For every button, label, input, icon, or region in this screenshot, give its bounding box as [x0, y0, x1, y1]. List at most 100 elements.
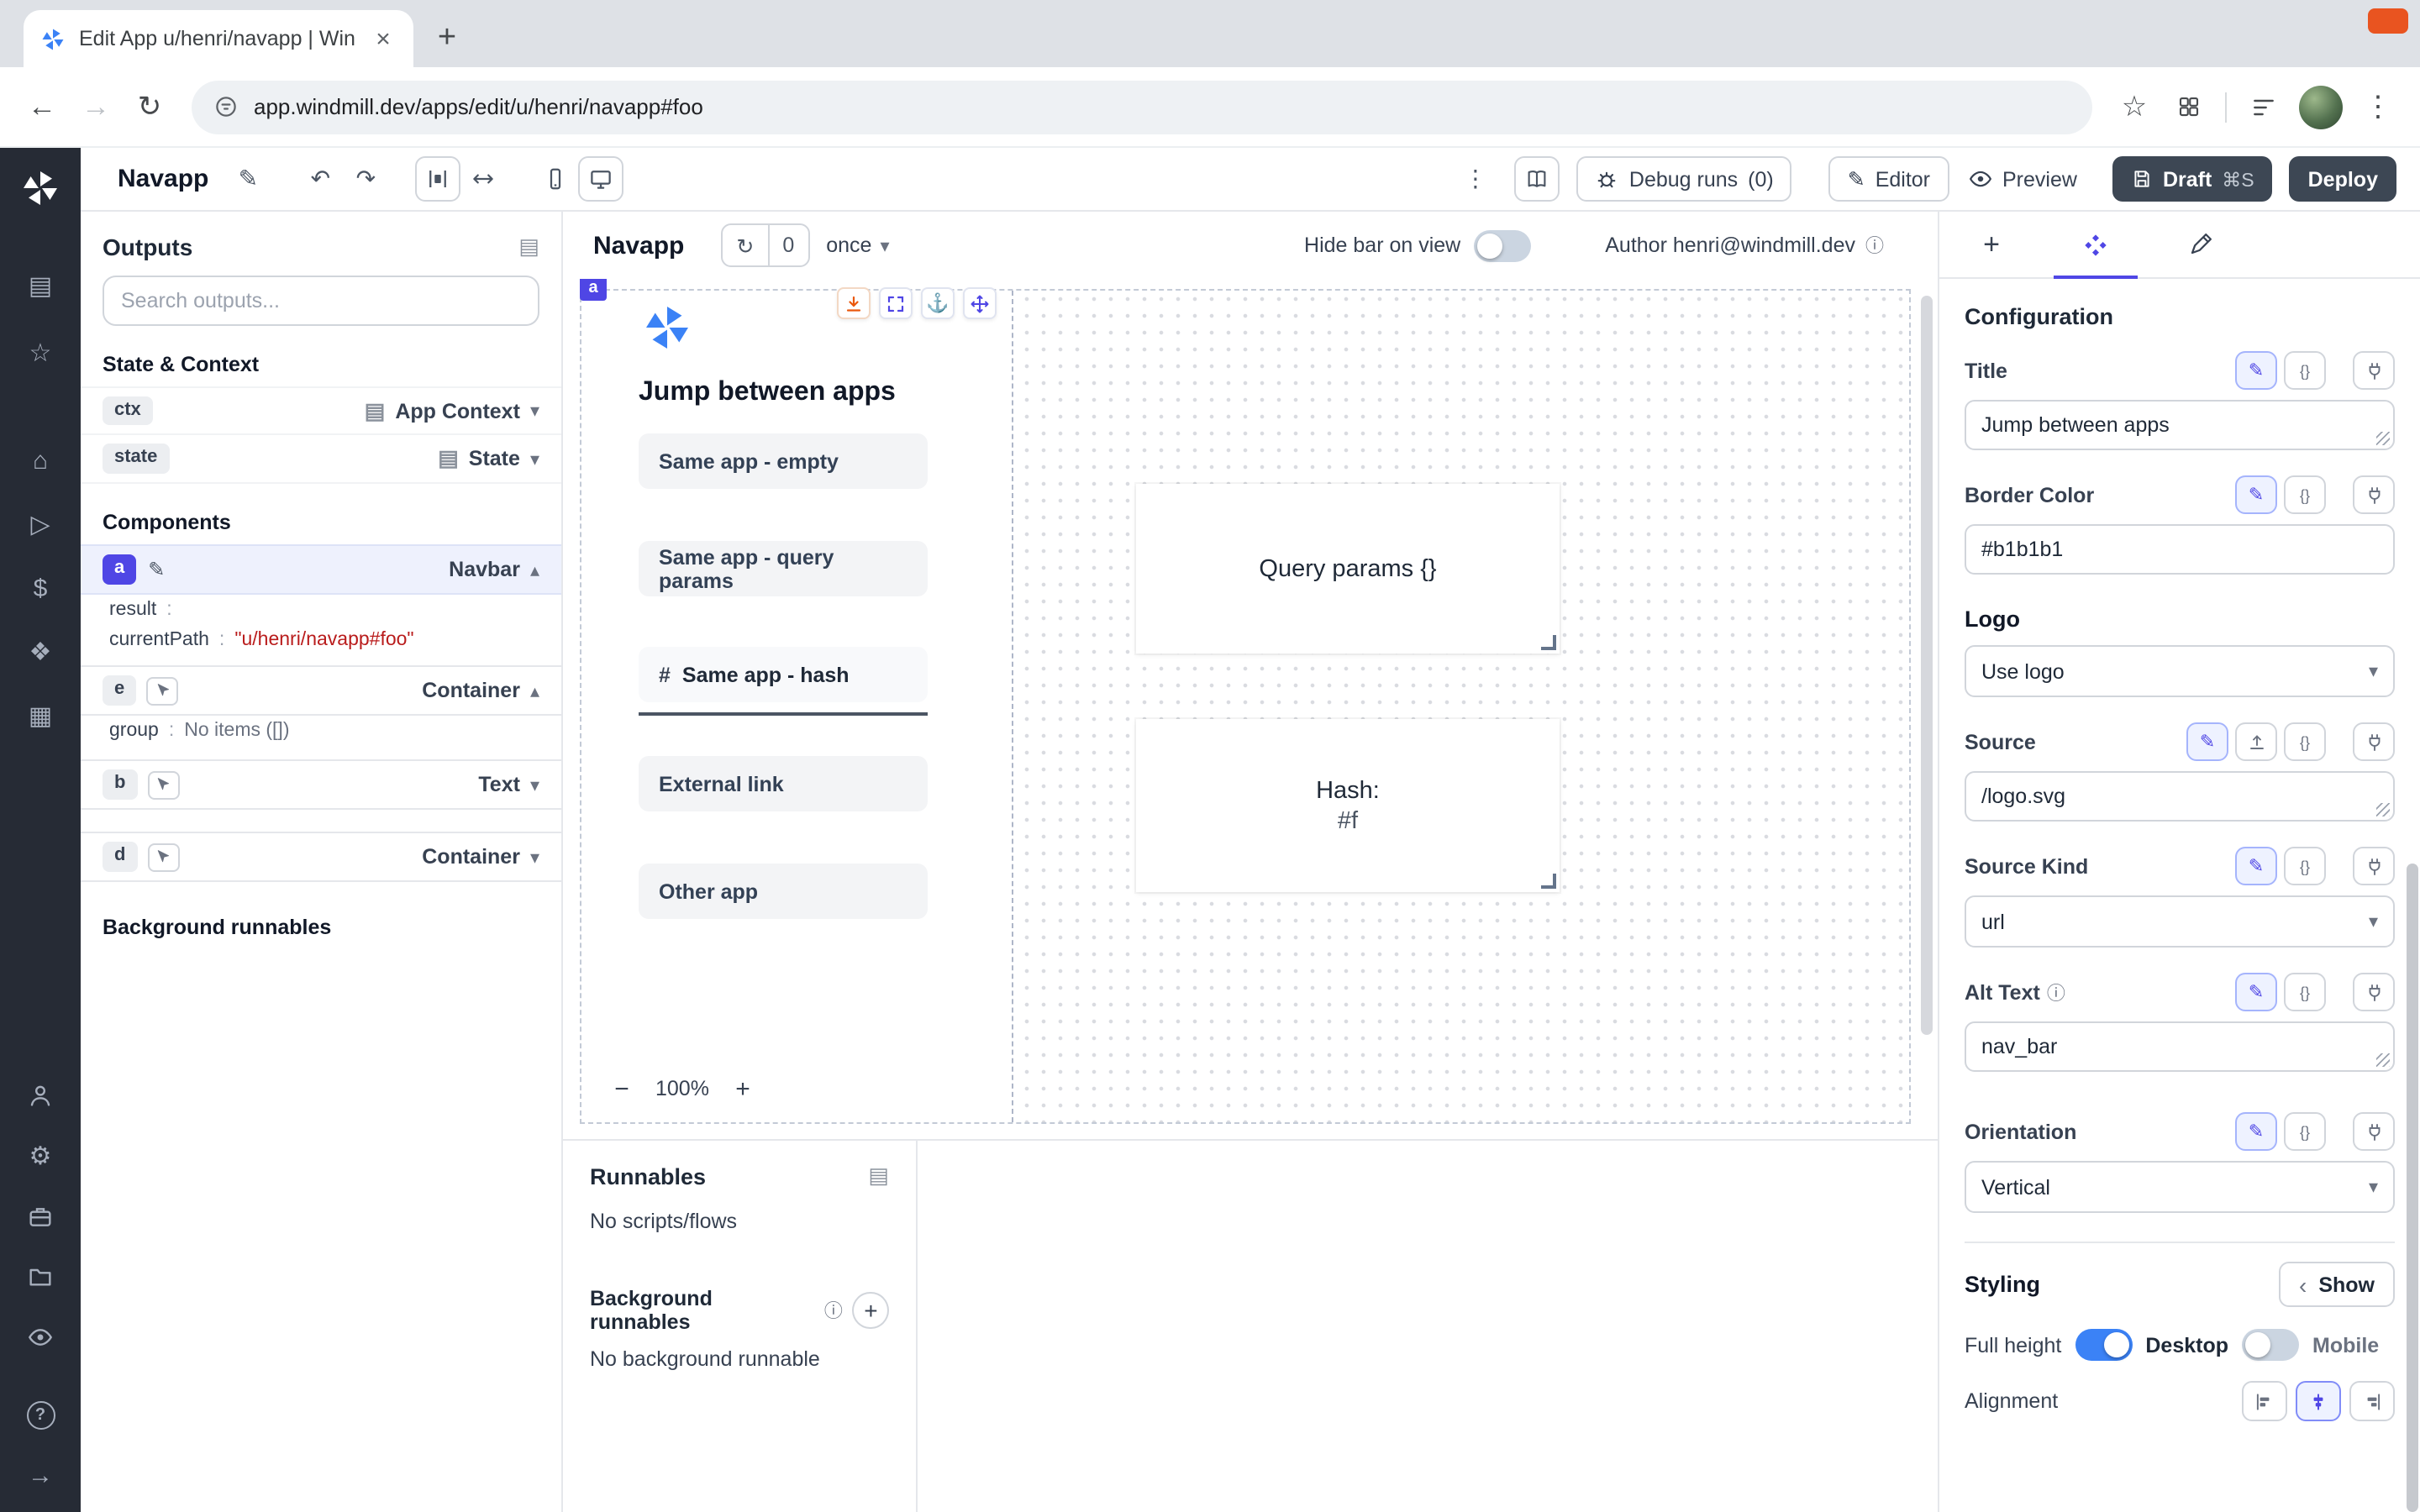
chevron-down-icon[interactable]: ▾	[530, 400, 539, 422]
browser-tab[interactable]: Edit App u/henri/navapp | Win ×	[24, 10, 413, 67]
select-component-cursor-icon[interactable]	[146, 676, 178, 705]
draft-button[interactable]: Draft ⌘S	[2112, 156, 2273, 202]
logo-select[interactable]: Use logo ▾	[1965, 645, 2395, 697]
info-icon[interactable]: ⓘ	[824, 1297, 843, 1324]
redo-button[interactable]: ↷	[343, 156, 388, 202]
show-styling-button[interactable]: ‹ Show	[2279, 1262, 2395, 1307]
rail-item-user-icon[interactable]	[22, 1075, 59, 1116]
app-menu-kebab-icon[interactable]: ⋮	[1453, 156, 1498, 202]
border-color-input[interactable]	[1965, 524, 2395, 575]
connect-input-button[interactable]	[2353, 847, 2395, 885]
outputs-panel-icon[interactable]: ▤	[518, 234, 539, 260]
upload-button[interactable]	[2235, 722, 2277, 761]
component-row-e[interactable]: e Container▴	[81, 665, 561, 716]
component-row-d[interactable]: d Container▾	[81, 832, 561, 882]
ctx-row[interactable]: ctx ▤ App Context ▾	[81, 386, 561, 435]
rail-item-star-icon[interactable]: ☆	[22, 333, 59, 373]
nav-link-external[interactable]: External link	[639, 756, 928, 811]
connect-input-button[interactable]	[2353, 351, 2395, 390]
layout-columns-button[interactable]	[415, 156, 460, 202]
eval-button[interactable]: {}	[2284, 722, 2326, 761]
expand-component-button[interactable]	[837, 287, 871, 319]
rail-item-home-icon[interactable]: ⌂	[22, 440, 59, 480]
align-center-button[interactable]	[2296, 1381, 2341, 1421]
tab-component-settings[interactable]	[2044, 212, 2148, 277]
static-edit-button[interactable]: ✎	[2235, 351, 2277, 390]
rail-item-runs-icon[interactable]: ▷	[22, 504, 59, 544]
nav-link-empty[interactable]: Same app - empty	[639, 433, 928, 489]
rail-item-variables-icon[interactable]: $	[22, 568, 59, 608]
reload-button[interactable]: ↻	[124, 81, 175, 132]
source-kind-select[interactable]: url ▾	[1965, 895, 2395, 948]
close-tab-icon[interactable]: ×	[370, 24, 397, 53]
zoom-in-button[interactable]: +	[726, 1072, 760, 1105]
connect-input-button[interactable]	[2353, 722, 2395, 761]
windmill-logo[interactable]	[20, 168, 60, 208]
chevron-up-icon[interactable]: ▴	[530, 680, 539, 701]
site-info-icon[interactable]	[213, 94, 239, 119]
state-row[interactable]: state ▤ State ▾	[81, 435, 561, 484]
editor-mode-button[interactable]: ✎ Editor	[1829, 156, 1949, 202]
desktop-view-button[interactable]	[578, 156, 623, 202]
align-end-button[interactable]	[2349, 1381, 2395, 1421]
orientation-select[interactable]: Vertical ▾	[1965, 1161, 2395, 1213]
title-input[interactable]	[1965, 400, 2395, 450]
component-row-a[interactable]: a ✎ Navbar▴	[81, 544, 561, 595]
bookmark-star-icon[interactable]: ☆	[2109, 81, 2160, 132]
nav-link-hash[interactable]: # Same app - hash	[639, 647, 928, 702]
add-background-runnable-button[interactable]: +	[853, 1292, 889, 1329]
debug-runs-button[interactable]: Debug runs (0)	[1577, 156, 1792, 202]
navbar-component[interactable]: a Jump between apps Same app - empty Sam…	[581, 291, 1013, 1122]
chevron-down-icon[interactable]: ▾	[530, 448, 539, 470]
source-input[interactable]	[1965, 771, 2395, 822]
info-icon[interactable]: ⓘ	[1865, 232, 1884, 259]
anchor-component-button[interactable]: ⚓	[921, 287, 955, 319]
forward-button[interactable]: →	[71, 81, 121, 132]
preview-mode-button[interactable]: Preview	[1949, 156, 2096, 202]
zoom-out-button[interactable]: −	[605, 1072, 639, 1105]
url-bar[interactable]: app.windmill.dev/apps/edit/u/henri/navap…	[192, 80, 2092, 134]
profile-avatar[interactable]	[2299, 85, 2343, 129]
rail-item-resources-icon[interactable]: ❖	[22, 632, 59, 672]
eval-button[interactable]: {}	[2284, 475, 2326, 514]
static-edit-button[interactable]: ✎	[2186, 722, 2228, 761]
hide-bar-toggle[interactable]	[1474, 229, 1531, 261]
component-a-pencil-icon[interactable]: ✎	[148, 558, 165, 581]
page-scrollbar[interactable]	[2407, 864, 2418, 1512]
rail-item-collapse-icon[interactable]: →	[22, 1455, 59, 1495]
runnables-panel-icon[interactable]: ▤	[868, 1163, 889, 1189]
media-controls-icon[interactable]	[2238, 81, 2289, 132]
eval-button[interactable]: {}	[2284, 351, 2326, 390]
back-button[interactable]: ←	[17, 81, 67, 132]
eval-button[interactable]: {}	[2284, 973, 2326, 1011]
rail-item-audit-icon[interactable]	[22, 1317, 59, 1357]
mobile-view-button[interactable]	[533, 156, 578, 202]
hash-card[interactable]: Hash: #f	[1136, 719, 1560, 892]
rail-item-help-icon[interactable]: ?	[22, 1394, 59, 1435]
static-edit-button[interactable]: ✎	[2235, 1112, 2277, 1151]
static-edit-button[interactable]: ✎	[2235, 973, 2277, 1011]
canvas-scrollbar[interactable]	[1921, 296, 1933, 1035]
run-mode-select[interactable]: once ▾	[826, 234, 889, 257]
eval-button[interactable]: {}	[2284, 1112, 2326, 1151]
nav-link-query-params[interactable]: Same app - query params	[639, 541, 928, 596]
full-height-toggle[interactable]	[2075, 1329, 2132, 1361]
rail-item-settings-icon[interactable]: ⚙	[22, 1136, 59, 1176]
connect-input-button[interactable]	[2353, 973, 2395, 1011]
rail-item-folders-icon[interactable]	[22, 1257, 59, 1297]
rail-item-book-icon[interactable]: ▤	[22, 265, 59, 306]
deploy-button[interactable]: Deploy	[2290, 156, 2396, 202]
rail-item-schedules-icon[interactable]: ▦	[22, 696, 59, 736]
select-component-cursor-icon[interactable]	[147, 770, 179, 799]
undo-button[interactable]: ↶	[297, 156, 343, 202]
chevron-down-icon[interactable]: ▾	[530, 774, 539, 795]
static-edit-button[interactable]: ✎	[2235, 847, 2277, 885]
static-edit-button[interactable]: ✎	[2235, 475, 2277, 514]
nav-link-other-app[interactable]: Other app	[639, 864, 928, 919]
connect-input-button[interactable]	[2353, 475, 2395, 514]
app-canvas[interactable]: a Jump between apps Same app - empty Sam…	[563, 279, 1938, 1139]
extensions-icon[interactable]	[2163, 81, 2213, 132]
refresh-icon[interactable]: ↻	[723, 225, 767, 265]
refresh-pill[interactable]: ↻ 0	[721, 223, 809, 267]
alt-text-input[interactable]	[1965, 1021, 2395, 1072]
